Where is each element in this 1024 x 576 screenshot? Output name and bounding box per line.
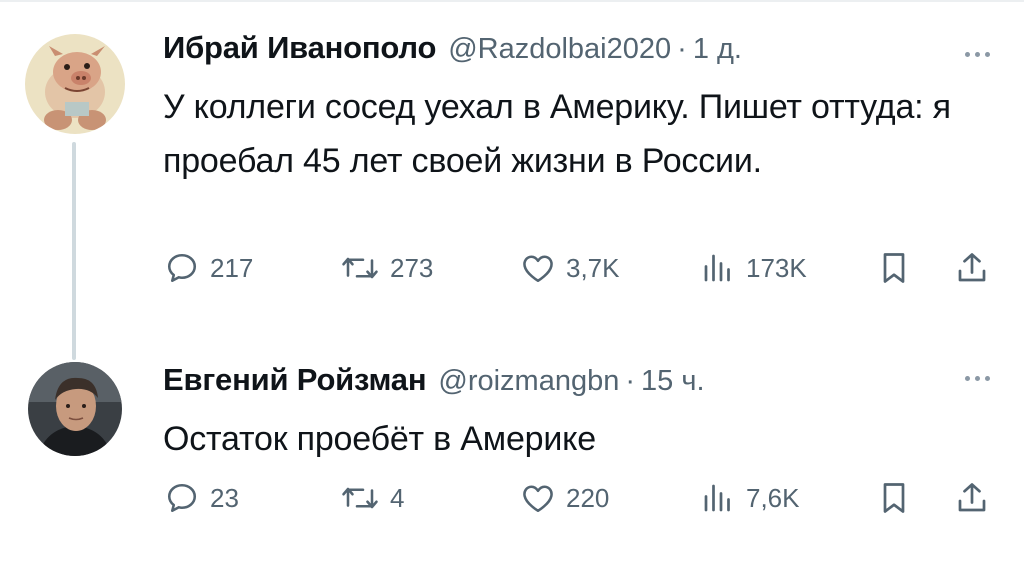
more-options-icon[interactable] [965, 52, 990, 57]
retweet-count: 273 [390, 252, 434, 283]
separator: · [677, 33, 687, 65]
bookmark-button[interactable] [878, 480, 910, 516]
reply-icon [167, 483, 197, 513]
retweet-icon [342, 257, 378, 279]
tweet[interactable]: Евгений Ройзман @roizmangbn · 15 ч. Оста… [0, 340, 1024, 576]
man-photo-avatar-icon [28, 362, 122, 456]
timestamp[interactable]: 1 д. [693, 33, 742, 66]
share-button[interactable] [955, 480, 989, 516]
action-bar: 23 4 220 7,6K [160, 480, 1000, 520]
share-icon [958, 483, 986, 512]
retweet-button[interactable]: 4 [340, 480, 404, 516]
bookmark-icon [883, 483, 905, 513]
tweet[interactable]: Ибрай Иванополо @Razdolbai2020 · 1 д. У … [0, 0, 1024, 360]
more-options-icon[interactable] [965, 376, 990, 381]
like-button[interactable]: 220 [520, 480, 609, 516]
tweet-header: Евгений Ройзман @roizmangbn · 15 ч. [163, 362, 705, 398]
view-count: 173K [746, 252, 807, 283]
separator: · [625, 365, 636, 397]
avatar[interactable] [25, 34, 125, 134]
bookmark-icon [883, 253, 905, 283]
views-button[interactable]: 7,6K [700, 480, 800, 516]
tweet-thread: Ибрай Иванополо @Razdolbai2020 · 1 д. У … [0, 0, 1024, 576]
thread-connector [72, 142, 76, 360]
like-count: 220 [566, 482, 610, 513]
tweet-header: Ибрай Иванополо @Razdolbai2020 · 1 д. [163, 30, 742, 66]
like-button[interactable]: 3,7K [520, 250, 620, 286]
heart-icon [523, 485, 553, 513]
author-name[interactable]: Евгений Ройзман [163, 362, 427, 398]
share-icon [958, 253, 986, 282]
views-chart-icon [704, 254, 730, 282]
tweet-text: Остаток проебёт в Америке [163, 420, 596, 458]
retweet-count: 4 [390, 482, 405, 513]
bookmark-button[interactable] [878, 250, 910, 286]
action-bar: 217 273 3,7K 173K [160, 250, 1000, 290]
share-button[interactable] [955, 250, 989, 286]
author-handle[interactable]: @roizmangbn [438, 365, 619, 398]
reply-icon [167, 253, 197, 283]
views-chart-icon [704, 484, 730, 512]
avatar[interactable] [28, 362, 122, 456]
views-button[interactable]: 173K [700, 250, 807, 286]
heart-icon [523, 255, 553, 283]
reply-count: 217 [210, 252, 254, 283]
timestamp[interactable]: 15 ч. [641, 365, 704, 398]
cartoon-pig-avatar-icon [25, 34, 125, 134]
reply-count: 23 [210, 482, 239, 513]
reply-button[interactable]: 217 [164, 250, 253, 286]
author-handle[interactable]: @Razdolbai2020 [448, 33, 671, 66]
author-name[interactable]: Ибрай Иванополо [163, 30, 436, 66]
like-count: 3,7K [566, 252, 620, 283]
tweet-text: У коллеги сосед уехал в Америку. Пишет о… [163, 88, 951, 180]
retweet-button[interactable]: 273 [340, 250, 433, 286]
retweet-icon [342, 487, 378, 509]
view-count: 7,6K [746, 482, 800, 513]
reply-button[interactable]: 23 [164, 480, 239, 516]
